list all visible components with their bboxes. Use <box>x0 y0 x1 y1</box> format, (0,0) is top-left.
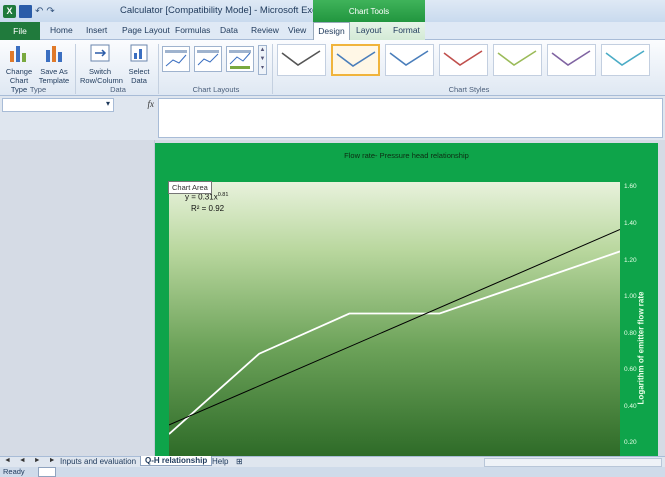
data-series-line[interactable] <box>169 250 620 435</box>
chart-style-line-icon <box>281 50 321 66</box>
redo-icon[interactable]: ↷ <box>46 6 54 17</box>
chart-type-icon <box>10 46 26 62</box>
formula-bar-spacer <box>2 113 156 138</box>
name-box[interactable]: ▾ <box>2 98 114 112</box>
switch-icon <box>90 44 110 62</box>
chart-style-line-icon <box>497 50 537 66</box>
tab-page-layout[interactable]: Page Layout <box>122 25 170 35</box>
ribbon: Change Chart Type Save As Template Type … <box>0 40 665 96</box>
sheet-nav-arrows[interactable]: ◄ ◄ ► ► <box>4 457 59 464</box>
horizontal-scrollbar[interactable] <box>484 458 662 467</box>
chart-area-tooltip: Chart Area <box>168 181 212 194</box>
save-icon[interactable] <box>19 4 32 18</box>
chart-style-3[interactable] <box>385 44 434 76</box>
chart-area[interactable]: Flow rate- Pressure head relationship y … <box>155 143 658 456</box>
tab-data[interactable]: Data <box>220 25 238 35</box>
worksheet-grid[interactable] <box>0 140 155 456</box>
save-as-template-button[interactable]: Save As Template <box>37 43 71 85</box>
tab-format[interactable]: Format <box>393 25 420 35</box>
chart-layout-2[interactable] <box>194 46 222 72</box>
y-axis-title[interactable]: Logarithm of emitter flow rate <box>631 253 651 443</box>
chart-layout-3[interactable] <box>226 46 254 72</box>
group-divider <box>272 44 273 94</box>
chart-style-1[interactable] <box>277 44 326 76</box>
sheet-tab-inputs[interactable]: Inputs and evaluation <box>60 457 136 466</box>
insert-function-icon[interactable]: fx <box>148 99 155 109</box>
chart-style-line-icon <box>389 50 429 66</box>
tab-view[interactable]: View <box>288 25 306 35</box>
chart-style-line-icon <box>551 50 591 66</box>
status-text: Ready <box>3 467 25 476</box>
chart-style-line-icon <box>336 51 376 67</box>
chart-title[interactable]: Flow rate- Pressure head relationship <box>155 151 658 160</box>
tab-file[interactable]: File <box>0 22 40 40</box>
macro-record-icon[interactable] <box>38 467 56 477</box>
chart-style-6[interactable] <box>547 44 596 76</box>
trendline[interactable] <box>169 229 620 426</box>
group-label-chart-styles: Chart Styles <box>448 85 490 94</box>
switch-row-column-button[interactable]: Switch Row/Column <box>80 43 123 85</box>
template-icon <box>46 46 62 62</box>
tab-review[interactable]: Review <box>251 25 279 35</box>
layout-3-icon <box>229 50 251 69</box>
layout-1-icon <box>165 50 187 67</box>
status-bar: Ready <box>0 467 665 477</box>
group-divider <box>75 44 76 94</box>
y-tick-label: 1.60 <box>624 183 637 191</box>
formula-buttons: fx <box>116 98 157 112</box>
layout-2-icon <box>197 50 219 66</box>
title-bar: X ↶ ↷ Calculator [Compatibility Mode] - … <box>0 0 665 22</box>
tab-insert[interactable]: Insert <box>86 25 107 35</box>
formula-input[interactable] <box>158 98 663 138</box>
tab-layout[interactable]: Layout <box>356 25 382 35</box>
sheet-tab-q-h-relationship[interactable]: Q-H relationship <box>140 456 213 466</box>
chart-style-7[interactable] <box>601 44 650 76</box>
chart-tools-header: Chart Tools <box>313 0 425 22</box>
insert-sheet-icon[interactable]: ⊞ <box>236 457 243 466</box>
group-divider <box>158 44 159 94</box>
excel-logo-icon[interactable]: X <box>3 4 16 18</box>
chart-plot-svg <box>169 229 620 435</box>
window-title: Calculator [Compatibility Mode] - Micros… <box>120 5 325 16</box>
formula-bar: ▾ fx <box>0 96 665 140</box>
undo-icon[interactable]: ↶ <box>35 6 43 17</box>
sheet-tab-bar: ◄ ◄ ► ► Inputs and evaluation Q-H relati… <box>0 456 665 467</box>
r-squared-label[interactable]: R² = 0.92 <box>191 204 224 213</box>
tab-design[interactable]: Design <box>313 22 350 41</box>
chart-style-4[interactable] <box>439 44 488 76</box>
tab-formulas[interactable]: Formulas <box>175 25 210 35</box>
sheet-tab-help[interactable]: Help <box>212 457 228 466</box>
y-tick-label: 1.40 <box>624 220 637 227</box>
select-data-icon <box>130 44 148 62</box>
select-data-button[interactable]: Select Data <box>124 43 154 85</box>
chart-style-line-icon <box>605 50 645 66</box>
chart-style-5[interactable] <box>493 44 542 76</box>
chart-layout-1[interactable] <box>162 46 190 72</box>
tab-home[interactable]: Home <box>50 25 73 35</box>
group-label-data: Data <box>110 85 126 94</box>
group-label-type: Type <box>29 85 47 94</box>
chart-style-2[interactable] <box>331 44 380 76</box>
layouts-gallery-scroll[interactable]: ▲ ▼ ▾ <box>258 45 267 75</box>
ribbon-tabs: File Home Insert Page Layout Formulas Da… <box>0 22 665 41</box>
group-label-chart-layouts: Chart Layouts <box>192 85 240 94</box>
quick-access-toolbar: X ↶ ↷ <box>0 4 55 18</box>
chart-style-line-icon <box>443 50 483 66</box>
